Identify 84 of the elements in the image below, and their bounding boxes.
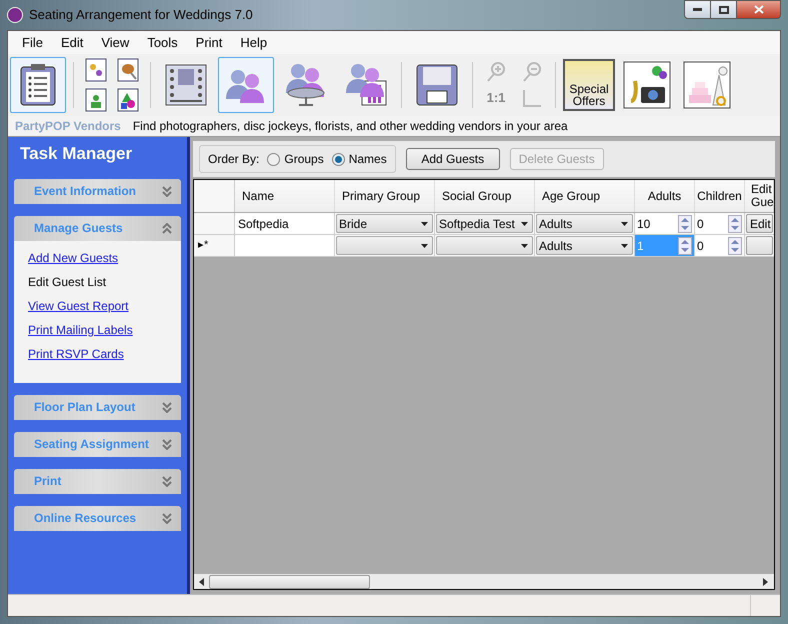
column-header[interactable]: Age Group xyxy=(535,180,635,212)
menu-item[interactable]: Tools xyxy=(139,32,186,52)
spinner-value: 0 xyxy=(697,216,704,232)
task-link[interactable]: Print Mailing Labels xyxy=(28,320,167,338)
name-cell[interactable] xyxy=(235,235,335,256)
spin-arrows-icon[interactable] xyxy=(728,214,742,232)
task-link[interactable]: View Guest Report xyxy=(28,296,167,314)
spinner-value: 1 xyxy=(637,238,644,254)
group-dropdown[interactable]: Adults xyxy=(535,213,635,234)
close-icon xyxy=(754,5,764,14)
spinner-value: 0 xyxy=(697,238,704,254)
scroll-right-icon[interactable] xyxy=(763,578,768,586)
dropdown-value: Softpedia Test xyxy=(439,216,515,232)
expand-icon xyxy=(162,402,172,412)
order-by-label: Order By: xyxy=(208,151,260,168)
save-icon xyxy=(415,63,459,107)
spinner-value: 10 xyxy=(637,216,650,232)
number-spinner[interactable]: 0 xyxy=(695,235,745,256)
action-button[interactable]: Add Guests xyxy=(406,148,500,170)
new-row-marker: ▸* xyxy=(198,238,208,254)
task-link[interactable]: Add New Guests xyxy=(28,248,167,266)
menu-item[interactable]: View xyxy=(93,32,138,52)
menu-item[interactable]: Help xyxy=(232,32,276,52)
expand-icon xyxy=(162,512,172,524)
menu-item[interactable]: File xyxy=(14,32,51,52)
guest-card-icon[interactable] xyxy=(85,88,107,112)
app-logo-icon xyxy=(7,7,23,23)
special-offers-button[interactable]: Special Offers xyxy=(563,59,615,111)
group-dropdown[interactable]: Bride xyxy=(335,213,435,234)
row-header[interactable]: ▸* xyxy=(194,235,235,256)
spin-arrows-icon[interactable] xyxy=(678,236,692,254)
group-dropdown[interactable]: Adults xyxy=(535,235,635,256)
caret-icon xyxy=(421,222,428,226)
task-link[interactable]: Edit Guest List xyxy=(28,272,167,290)
caret-icon xyxy=(521,222,528,226)
expand-icon xyxy=(162,476,172,486)
floor-plan-icon xyxy=(164,63,208,107)
group-dropdown[interactable]: Softpedia Test xyxy=(435,213,535,234)
vendor-promo-text: Find photographers, disc jockeys, florists, and other wedding vendors in your area xyxy=(132,118,568,135)
wedding-cake-icon xyxy=(683,61,731,109)
close-button[interactable] xyxy=(737,0,781,19)
edit-guest-button[interactable] xyxy=(746,236,773,255)
order-radio[interactable]: Groups xyxy=(267,150,324,168)
caret-icon xyxy=(421,244,428,248)
column-header[interactable]: Edit Gue xyxy=(745,180,774,212)
name-cell[interactable]: Softpedia xyxy=(235,213,335,234)
expand-icon xyxy=(162,438,172,450)
scroll-thumb[interactable] xyxy=(209,574,370,588)
radio-label: Groups xyxy=(284,151,324,168)
spin-arrows-icon[interactable] xyxy=(728,236,742,254)
column-header[interactable]: Adults xyxy=(635,180,695,212)
horizontal-scrollbar[interactable] xyxy=(194,573,774,589)
order-radio[interactable]: Names xyxy=(332,150,387,168)
column-header[interactable]: Primary Group xyxy=(335,180,435,212)
window-title: Seating Arrangement for Weddings 7.0 xyxy=(29,6,253,24)
expand-icon xyxy=(162,186,172,196)
toolbar-button[interactable] xyxy=(10,57,66,113)
sidebar-title: Task Manager xyxy=(19,143,134,165)
column-header[interactable]: Name xyxy=(235,180,335,212)
minimize-button[interactable] xyxy=(684,0,711,19)
guest-report-icon xyxy=(344,63,388,107)
menu-item[interactable]: Edit xyxy=(52,32,92,52)
column-header[interactable]: Social Group xyxy=(435,180,535,212)
clipboard-icon xyxy=(18,63,58,107)
dropdown-value: Adults xyxy=(539,216,572,232)
caret-icon xyxy=(521,244,528,248)
number-spinner[interactable]: 10 xyxy=(635,213,695,234)
column-header[interactable]: Children xyxy=(695,180,745,212)
dropdown-value: Bride xyxy=(339,216,368,232)
shapes-icon[interactable] xyxy=(117,88,139,112)
edit-guest-button[interactable]: Edit xyxy=(746,214,773,233)
caret-icon xyxy=(621,222,628,226)
caret-icon xyxy=(621,244,628,248)
task-link[interactable]: Print RSVP Cards xyxy=(28,344,167,362)
maximize-button[interactable] xyxy=(711,0,737,19)
number-spinner[interactable]: 0 xyxy=(695,213,745,234)
collapse-icon xyxy=(162,222,172,234)
dropdown-value: Adults xyxy=(539,238,572,254)
radio-label: Names xyxy=(348,151,387,168)
camera-music-icon xyxy=(623,61,671,109)
spin-arrows-icon[interactable] xyxy=(678,214,692,232)
scroll-left-icon[interactable] xyxy=(199,578,204,586)
radio-circle[interactable] xyxy=(332,152,345,166)
menu-item[interactable]: Print xyxy=(188,32,230,52)
